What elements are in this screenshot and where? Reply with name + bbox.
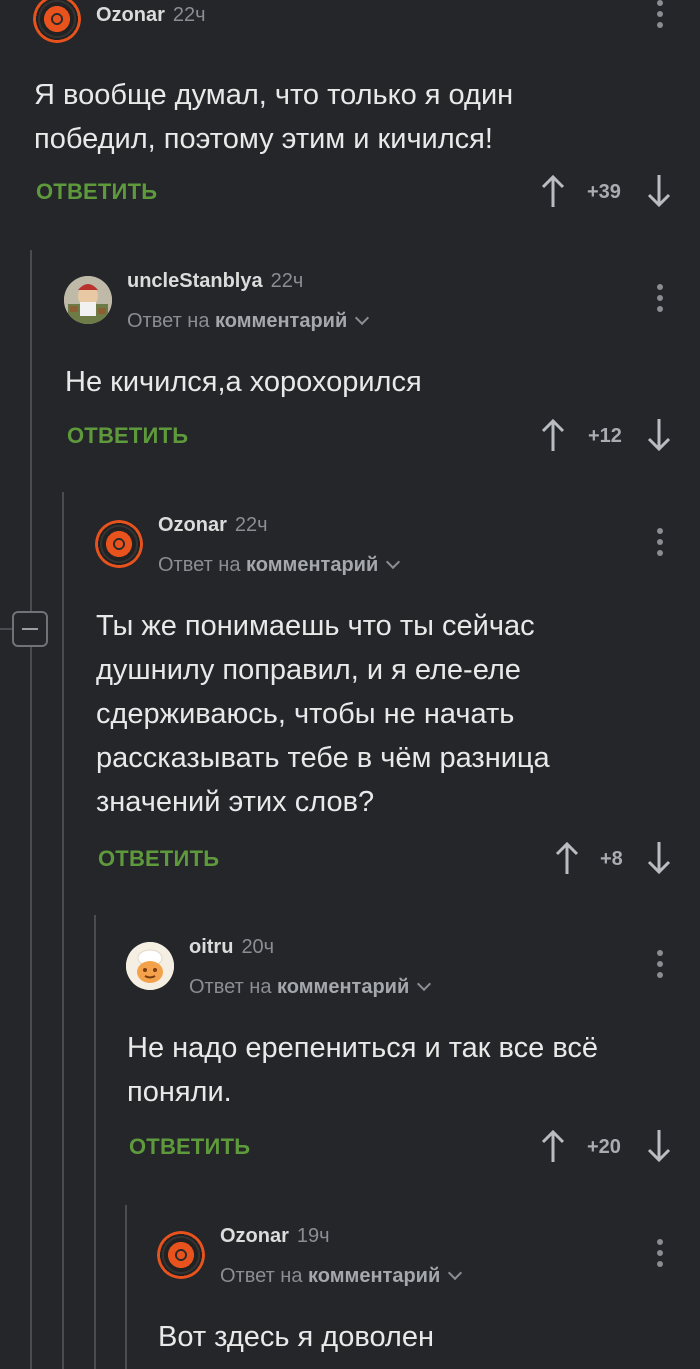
thread-line — [62, 492, 64, 1369]
comment-username[interactable]: oitru 20ч — [189, 936, 274, 959]
vote-up-icon[interactable] — [541, 174, 565, 208]
vinyl-record-icon — [95, 520, 143, 568]
vote-up-icon[interactable] — [555, 841, 579, 875]
comment-text: Ты же понимаешь что ты сейчас душнилу по… — [96, 610, 550, 818]
thread-line — [94, 915, 96, 1369]
avatar[interactable] — [33, 0, 81, 43]
vinyl-record-icon — [157, 1231, 205, 1279]
comment-username[interactable]: Ozonar 22ч — [96, 4, 206, 27]
comment-username[interactable]: uncleStanblya 22ч — [127, 270, 303, 293]
comment-time: 19ч — [296, 1225, 330, 1247]
collapse-connector — [0, 628, 12, 630]
comment-time: 20ч — [241, 936, 275, 958]
comment-score: +20 — [587, 1136, 621, 1158]
reply-button[interactable]: ОТВЕТИТЬ — [67, 423, 188, 449]
reply-to-link[interactable]: Ответ на комментарий — [189, 976, 432, 999]
vinyl-record-icon — [33, 0, 81, 43]
avatar[interactable] — [95, 520, 143, 568]
vote-down-icon[interactable] — [647, 1129, 671, 1163]
more-menu-icon[interactable] — [650, 0, 670, 32]
comment-text: Не кичился,а хорохорился — [65, 366, 422, 398]
comment-time: 22ч — [172, 4, 206, 26]
vote-down-icon[interactable] — [647, 418, 671, 452]
comment-score: +12 — [588, 425, 622, 447]
character-avatar — [64, 276, 112, 324]
comment-score: +8 — [600, 848, 623, 870]
comment-time: 22ч — [270, 270, 304, 292]
vote-up-icon[interactable] — [541, 1129, 565, 1163]
thread-line — [30, 250, 32, 1369]
chevron-down-icon — [448, 1265, 463, 1281]
vote-down-icon[interactable] — [647, 174, 671, 208]
vote-down-icon[interactable] — [647, 841, 671, 875]
chevron-down-icon — [386, 554, 401, 570]
more-menu-icon[interactable] — [650, 1239, 670, 1271]
avatar[interactable] — [157, 1231, 205, 1279]
avatar[interactable] — [126, 942, 174, 990]
reply-to-link[interactable]: Ответ на комментарий — [158, 554, 401, 577]
more-menu-icon[interactable] — [650, 284, 670, 316]
more-menu-icon[interactable] — [650, 528, 670, 560]
reply-button[interactable]: ОТВЕТИТЬ — [36, 179, 157, 205]
more-menu-icon[interactable] — [650, 950, 670, 982]
comment-time: 22ч — [234, 514, 268, 536]
comment-text: Я вообще думал, что только я один победи… — [34, 79, 514, 155]
chevron-down-icon — [417, 976, 432, 992]
reply-to-link[interactable]: Ответ на комментарий — [127, 310, 370, 333]
reply-button[interactable]: ОТВЕТИТЬ — [98, 846, 219, 872]
chef-avatar — [126, 942, 174, 990]
comment-text: Вот здесь я доволен — [158, 1321, 434, 1353]
comment-score: +39 — [587, 181, 621, 203]
thread-line — [125, 1205, 127, 1369]
comment-username[interactable]: Ozonar 22ч — [158, 514, 268, 537]
chevron-down-icon — [355, 310, 370, 326]
comment-username[interactable]: Ozonar 19ч — [220, 1225, 330, 1248]
collapse-thread-button[interactable] — [12, 611, 48, 647]
comment-text: Не надо ерепениться и так все всё поняли… — [127, 1032, 599, 1108]
reply-button[interactable]: ОТВЕТИТЬ — [129, 1134, 250, 1160]
vote-up-icon[interactable] — [541, 418, 565, 452]
avatar[interactable] — [64, 276, 112, 324]
reply-to-link[interactable]: Ответ на комментарий — [220, 1265, 463, 1288]
